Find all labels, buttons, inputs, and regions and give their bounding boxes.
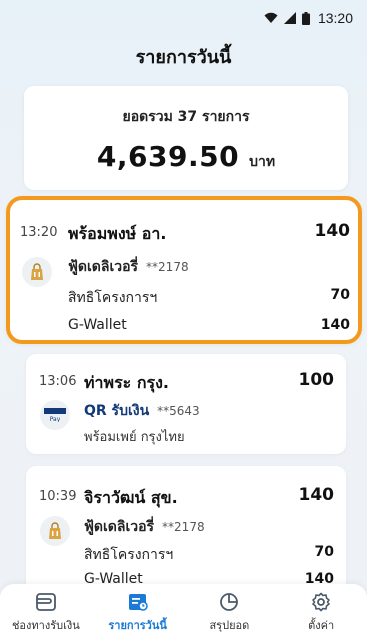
breakdown-value: 70 <box>314 544 334 560</box>
masked-account: **5643 <box>157 404 200 418</box>
summary-amount: 4,639.50 <box>96 140 240 173</box>
breakdown-value: 140 <box>320 317 350 333</box>
today-list-icon <box>128 594 148 611</box>
svg-text:Pay: Pay <box>50 416 61 422</box>
payment-method: QR รับเงิน **5643 <box>84 403 200 419</box>
battery-icon <box>301 11 310 25</box>
breakdown-label: สิทธิโครงการฯ <box>68 290 158 306</box>
merchant-name: พร้อมพงษ์ อา. <box>68 224 167 243</box>
thaiqr-icon: Pay <box>40 400 70 430</box>
transaction-card[interactable]: 13:20 พร้อมพงษ์ อา. 140 ฟู้ดเดลิเวอรี่ **… <box>6 196 362 344</box>
nav-label: รายการวันนี้ <box>108 619 167 632</box>
nav-label: ตั้งค่า <box>308 619 335 632</box>
shopping-bag-icon <box>22 257 52 287</box>
signal-icon <box>283 12 296 24</box>
wallet-icon <box>35 593 56 611</box>
summary-unit: บาท <box>249 154 276 170</box>
payment-method: ฟู้ดเดลิเวอรี่ **2178 <box>84 519 205 535</box>
breakdown-label: สิทธิโครงการฯ <box>84 547 174 563</box>
transaction-card[interactable]: 13:06 ท่าพระ กรุง. 100 Pay QR รับเงิน **5… <box>26 354 346 454</box>
gear-icon <box>312 592 330 612</box>
transaction-amount: 100 <box>298 370 335 390</box>
transaction-time: 10:39 <box>39 489 77 504</box>
transaction-amount: 140 <box>298 485 335 505</box>
status-time: 13:20 <box>317 10 353 26</box>
summary-card: ยอดรวม 37 รายการ 4,639.50 บาท <box>24 86 348 190</box>
merchant-name: จิราวัฒน์ สุข. <box>84 488 178 507</box>
transaction-time: 13:06 <box>39 374 77 389</box>
nav-settings[interactable]: ตั้งค่า <box>276 584 366 634</box>
masked-account: **2178 <box>146 260 189 274</box>
merchant-name: ท่าพระ กรุง. <box>84 373 170 392</box>
breakdown-label: G-Wallet <box>68 317 127 333</box>
nav-label: ช่องทางรับเงิน <box>11 619 80 632</box>
transaction-time: 13:20 <box>20 225 58 240</box>
nav-today-transactions[interactable]: รายการวันนี้ <box>93 584 183 634</box>
nav-summary[interactable]: สรุปยอด <box>184 584 274 634</box>
transaction-amount: 140 <box>314 221 351 241</box>
bottom-navigation: ช่องทางรับเงิน รายการวันนี้ สรุปยอด ตั้ง… <box>0 584 367 638</box>
masked-account: **2178 <box>162 520 205 534</box>
wifi-icon <box>264 12 278 24</box>
bank-channel: พร้อมเพย์ กรุงไทย <box>84 430 185 445</box>
summary-label: ยอดรวม 37 รายการ <box>122 109 250 125</box>
nav-label: สรุปยอด <box>209 619 250 632</box>
page-title: รายการวันนี้ <box>135 47 232 68</box>
nav-payment-channels[interactable]: ช่องทางรับเงิน <box>1 584 91 634</box>
payment-method: ฟู้ดเดลิเวอรี่ **2178 <box>68 259 189 275</box>
shopping-bag-icon <box>40 516 70 546</box>
status-bar: 13:20 <box>0 0 367 36</box>
breakdown-value: 70 <box>330 287 350 303</box>
pie-chart-icon <box>220 593 239 611</box>
